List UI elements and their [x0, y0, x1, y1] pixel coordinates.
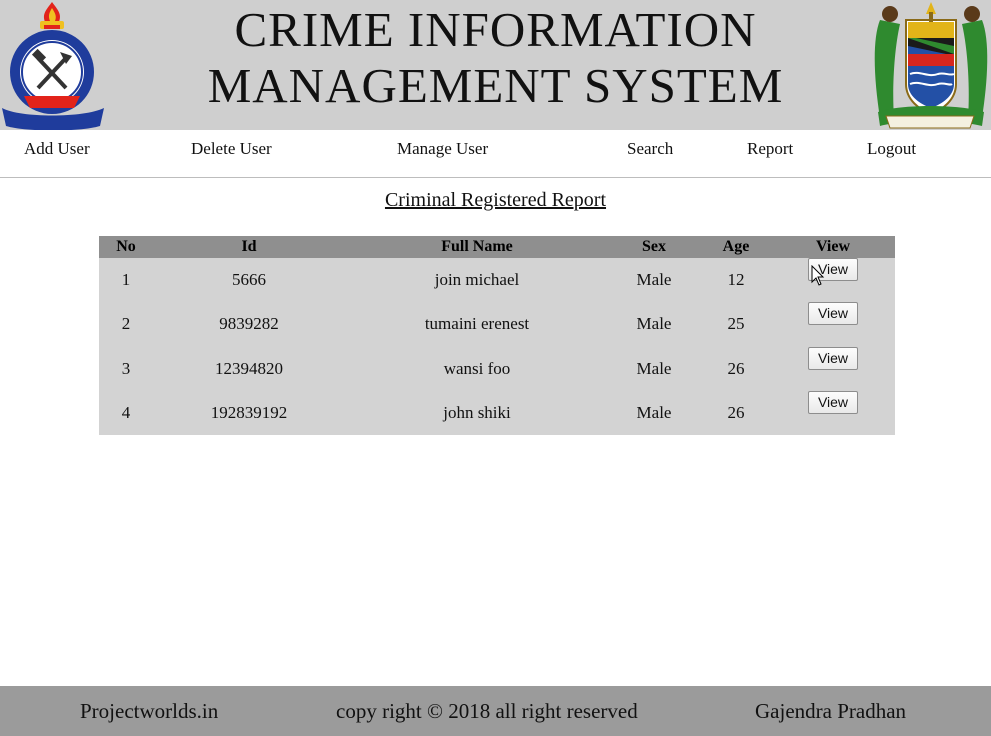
footer-site-link: Projectworlds.in	[80, 699, 219, 723]
criminal-report-table: No Id Full Name Sex Age View 1 5666 join…	[99, 236, 895, 435]
nav-add-user[interactable]: Add User	[24, 139, 90, 159]
nav-manage-user[interactable]: Manage User	[397, 139, 488, 159]
cell-no: 2	[121, 314, 131, 333]
table-row: 1 5666 join michael Male 12 View	[99, 258, 895, 302]
site-title-line-1: CRIME INFORMATION	[234, 2, 757, 57]
site-footer: Projectworlds.in copy right © 2018 all r…	[0, 686, 991, 736]
footer-copyright: copy right © 2018 all right reserved	[336, 699, 638, 723]
cell-sex: Male	[636, 403, 672, 422]
main-nav: Add User Delete User Manage User Search …	[0, 130, 991, 178]
column-header-id: Id	[241, 238, 257, 255]
cell-full-name: tumaini erenest	[424, 314, 530, 333]
table-header: No Id Full Name Sex Age View	[99, 236, 895, 258]
site-title-line-2: MANAGEMENT SYSTEM	[207, 58, 784, 113]
cell-full-name: wansi foo	[443, 359, 511, 378]
cell-full-name: john shiki	[443, 403, 511, 422]
view-button[interactable]: View	[808, 391, 858, 414]
coat-of-arms-icon	[874, 2, 988, 129]
cell-sex: Male	[636, 359, 672, 378]
column-header-no: No	[116, 238, 136, 255]
cell-full-name: join michael	[434, 270, 520, 289]
cell-no: 3	[121, 359, 131, 378]
cell-sex: Male	[636, 314, 672, 333]
site-title: CRIME INFORMATION MANAGEMENT SYSTEM	[0, 0, 991, 114]
view-button[interactable]: View	[808, 347, 858, 370]
cell-age: 25	[727, 314, 745, 333]
column-header-sex: Sex	[642, 238, 666, 255]
column-header-age: Age	[722, 238, 750, 255]
page-title: Criminal Registered Report	[384, 189, 607, 211]
table-row: 4 192839192 john shiki Male 26 View	[99, 391, 895, 435]
table-row: 2 9839282 tumaini erenest Male 25 View	[99, 302, 895, 346]
cell-id: 12394820	[215, 359, 283, 378]
footer-author: Gajendra Pradhan	[755, 699, 907, 723]
mouse-cursor-icon	[811, 265, 825, 286]
cell-age: 26	[727, 359, 745, 378]
nav-report[interactable]: Report	[747, 139, 793, 159]
table-row: 3 12394820 wansi foo Male 26 View	[99, 347, 895, 391]
column-header-full-name: Full Name	[441, 238, 513, 255]
cell-id: 192839192	[210, 403, 288, 422]
nav-search[interactable]: Search	[627, 139, 673, 159]
nav-logout[interactable]: Logout	[867, 139, 916, 159]
cell-no: 1	[121, 270, 131, 289]
cell-id: 5666	[232, 270, 266, 289]
cell-age: 26	[727, 403, 745, 422]
site-header: CRIME INFORMATION MANAGEMENT SYSTEM	[0, 0, 991, 130]
cell-no: 4	[121, 403, 131, 422]
column-header-view: View	[815, 238, 851, 255]
cell-age: 12	[727, 270, 745, 289]
nav-delete-user[interactable]: Delete User	[191, 139, 272, 159]
view-button[interactable]: View	[808, 302, 858, 325]
cell-id: 9839282	[219, 314, 279, 333]
cell-sex: Male	[636, 270, 672, 289]
